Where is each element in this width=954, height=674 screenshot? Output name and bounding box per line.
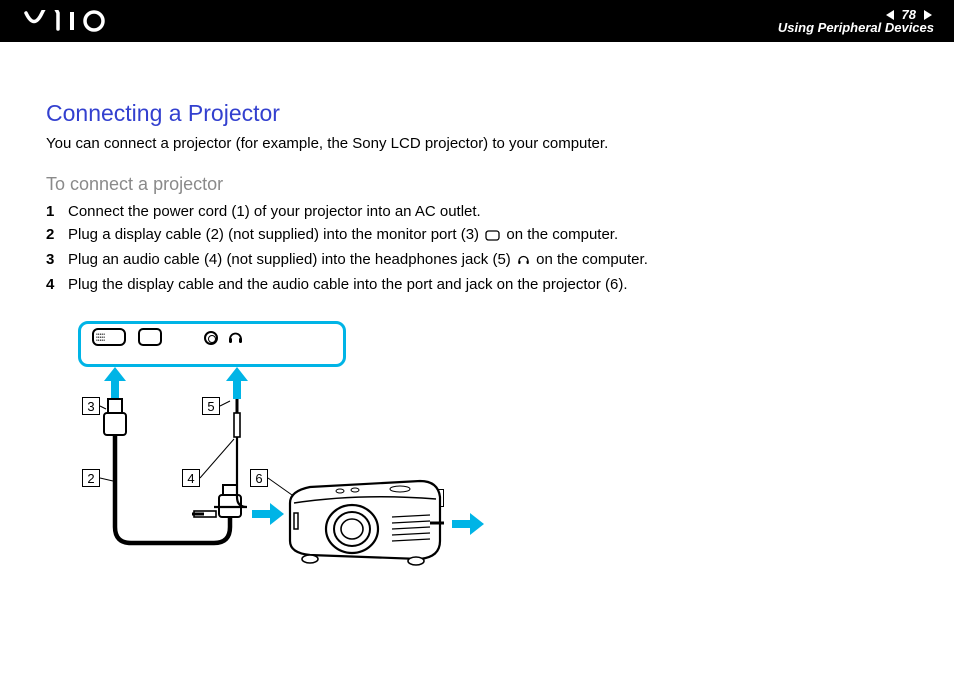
page-title: Connecting a Projector [46, 100, 920, 127]
vaio-logo [24, 10, 124, 32]
step-item: 2 Plug a display cable (2) (not supplied… [46, 226, 920, 245]
step-item: 1 Connect the power cord (1) of your pro… [46, 203, 920, 220]
prev-page-arrow-icon[interactable] [884, 9, 896, 21]
step-number: 4 [46, 276, 68, 293]
step-number: 3 [46, 251, 68, 268]
step-item: 3 Plug an audio cable (4) (not supplied)… [46, 251, 920, 270]
step-number: 2 [46, 226, 68, 243]
intro-paragraph: You can connect a projector (for example… [46, 135, 920, 152]
breadcrumb: Using Peripheral Devices [778, 20, 934, 35]
page-content: Connecting a Projector You can connect a… [0, 42, 954, 597]
step-text: Plug an audio cable (4) (not supplied) i… [68, 251, 920, 270]
projector-illustration [280, 473, 450, 578]
headphones-icon [517, 253, 530, 270]
steps-list: 1 Connect the power cord (1) of your pro… [46, 203, 920, 293]
header-right: 78 Using Peripheral Devices [778, 7, 934, 35]
section-subtitle: To connect a projector [46, 174, 920, 195]
arrow-right-icon [452, 513, 484, 540]
page-header: 78 Using Peripheral Devices [0, 0, 954, 42]
connection-diagram: ●●●●●●●●●●●●●●● 3 5 2 4 6 1 [74, 317, 494, 597]
step-number: 1 [46, 203, 68, 220]
next-page-arrow-icon[interactable] [922, 9, 934, 21]
step-text: Plug a display cable (2) (not supplied) … [68, 226, 920, 245]
step-item: 4 Plug the display cable and the audio c… [46, 276, 920, 293]
step-text: Connect the power cord (1) of your proje… [68, 203, 920, 220]
monitor-port-icon [485, 228, 500, 245]
step-text: Plug the display cable and the audio cab… [68, 276, 920, 293]
